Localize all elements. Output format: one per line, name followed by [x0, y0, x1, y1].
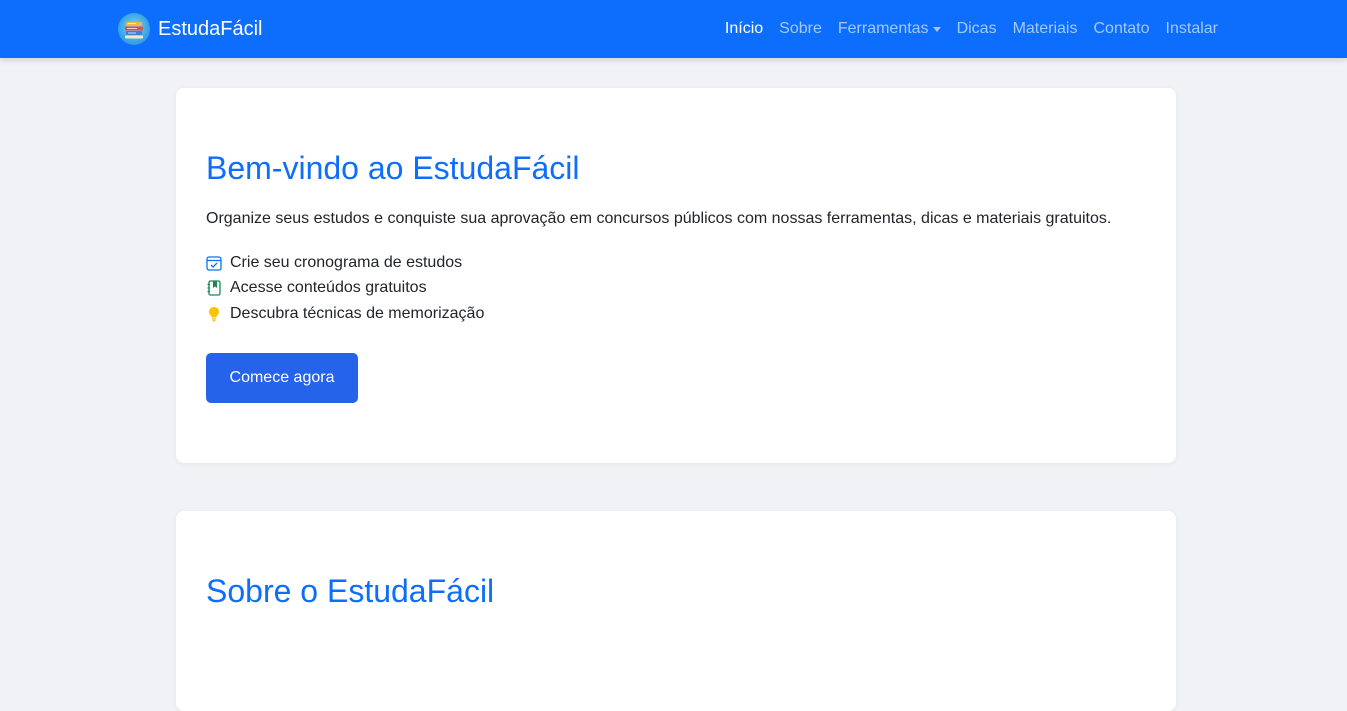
brand-link[interactable]: EstudaFácil	[118, 13, 263, 45]
about-card: Sobre o EstudaFácil	[176, 511, 1176, 711]
nav-link-instalar[interactable]: Instalar	[1158, 20, 1226, 38]
feature-label: Acesse conteúdos gratuitos	[230, 279, 427, 297]
journal-bookmark-icon	[206, 280, 222, 296]
nav-link-dicas[interactable]: Dicas	[949, 20, 1005, 38]
hero-description: Organize seus estudos e conquiste sua ap…	[206, 210, 1112, 227]
caret-down-icon	[932, 26, 941, 32]
feature-label: Crie seu cronograma de estudos	[230, 253, 463, 271]
hero-card: Bem-vindo ao EstudaFácil Organize seus e…	[176, 88, 1176, 463]
lightbulb-icon	[206, 306, 222, 322]
nav-link-inicio[interactable]: Início	[717, 20, 771, 38]
get-started-button[interactable]: Comece agora	[206, 353, 358, 403]
nav-link-ferramentas-label: Ferramentas	[837, 20, 929, 37]
feature-label: Descubra técnicas de memorização	[230, 304, 485, 322]
about-title: Sobre o EstudaFácil	[206, 573, 495, 609]
feature-list: Crie seu cronograma de estudos Acesse co…	[206, 250, 484, 327]
feature-item: Descubra técnicas de memorização	[206, 301, 484, 327]
hero-title: Bem-vindo ao EstudaFácil	[206, 150, 580, 186]
nav-link-sobre[interactable]: Sobre	[771, 20, 830, 38]
calendar-check-icon	[206, 255, 222, 271]
nav-link-contato[interactable]: Contato	[1085, 20, 1157, 38]
feature-item: Acesse conteúdos gratuitos	[206, 276, 484, 302]
top-navbar: EstudaFácil Início Sobre Ferramentas Dic…	[0, 0, 1347, 58]
brand-name: EstudaFácil	[158, 18, 263, 40]
nav-menu: Início Sobre Ferramentas Dicas Materiais…	[717, 0, 1226, 58]
nav-link-materiais[interactable]: Materiais	[1005, 20, 1086, 38]
books-stack-icon	[118, 13, 150, 45]
nav-dropdown-ferramentas[interactable]: Ferramentas	[830, 20, 949, 38]
feature-item: Crie seu cronograma de estudos	[206, 250, 484, 276]
